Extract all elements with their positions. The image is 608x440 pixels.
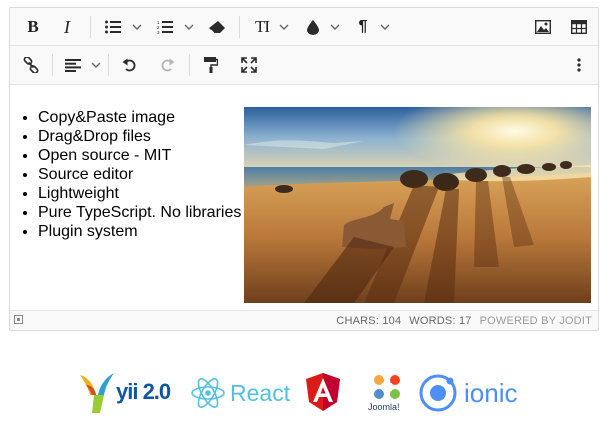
status-bar: CHARS: 104 WORDS: 17 POWERED BY JODIT bbox=[10, 310, 598, 330]
eraser-button[interactable] bbox=[202, 8, 232, 46]
toolbar-separator bbox=[239, 16, 240, 38]
react-text: React bbox=[230, 380, 291, 406]
toolbar-separator bbox=[189, 54, 190, 76]
toolbar-separator bbox=[52, 54, 53, 76]
chevron-down-icon bbox=[184, 24, 194, 30]
yii-text: yii 2.0 bbox=[116, 379, 171, 404]
chevron-down-icon bbox=[330, 24, 340, 30]
paint-roller-icon bbox=[204, 57, 218, 73]
svg-text:3: 3 bbox=[157, 30, 160, 34]
framework-logos: yii 2.0 React Joomla! ionic bbox=[78, 369, 528, 417]
angular-logo bbox=[306, 369, 346, 417]
toolbar-row-1: B I 1 2 3 TI ¶ bbox=[10, 8, 598, 46]
beach-photo bbox=[244, 107, 591, 303]
chevron-down-icon bbox=[91, 62, 101, 68]
paragraph-dropdown[interactable] bbox=[378, 8, 392, 46]
link-button[interactable] bbox=[16, 46, 46, 84]
expand-icon bbox=[241, 57, 257, 73]
list-item: Open source - MIT bbox=[38, 146, 241, 165]
table-button[interactable] bbox=[564, 8, 594, 46]
joomla-text: Joomla! bbox=[368, 402, 400, 412]
paragraph-button[interactable]: ¶ bbox=[348, 8, 378, 46]
unordered-list-dropdown[interactable] bbox=[130, 8, 144, 46]
droplet-icon bbox=[307, 19, 319, 35]
angular-icon bbox=[306, 373, 340, 411]
brush-button[interactable] bbox=[298, 8, 328, 46]
bold-icon: B bbox=[27, 17, 39, 36]
yii-icon bbox=[80, 373, 114, 413]
chevron-down-icon bbox=[279, 24, 289, 30]
text-size-icon: TI bbox=[254, 17, 270, 36]
redo-icon bbox=[161, 58, 174, 72]
react-logo: React bbox=[190, 369, 298, 417]
joomla-logo: Joomla! bbox=[364, 369, 414, 417]
fullsize-button[interactable] bbox=[234, 46, 264, 84]
beach-sunset-image[interactable] bbox=[244, 107, 591, 303]
pilcrow-icon: ¶ bbox=[358, 18, 368, 35]
source-mode-toggle[interactable] bbox=[14, 315, 23, 324]
bold-button[interactable]: B bbox=[18, 8, 48, 46]
table-icon bbox=[571, 20, 587, 34]
char-count: CHARS: 104 bbox=[336, 314, 402, 327]
eraser-icon bbox=[209, 21, 225, 34]
ionic-icon bbox=[419, 374, 457, 412]
more-button[interactable] bbox=[566, 46, 592, 84]
brush-dropdown[interactable] bbox=[328, 8, 342, 46]
toolbar-row-2 bbox=[10, 46, 598, 85]
chevron-down-icon bbox=[380, 24, 390, 30]
word-count: WORDS: 17 bbox=[409, 314, 472, 327]
ordered-list-button[interactable]: 1 2 3 bbox=[150, 8, 180, 46]
align-button[interactable] bbox=[58, 46, 88, 84]
list-item: Pure TypeScript. No libraries bbox=[38, 203, 241, 222]
powered-by-link[interactable]: POWERED BY JODIT bbox=[480, 315, 592, 327]
image-icon bbox=[535, 20, 551, 34]
undo-button[interactable] bbox=[114, 46, 144, 84]
italic-button[interactable]: I bbox=[52, 8, 82, 46]
toolbar-separator bbox=[90, 16, 91, 38]
toolbar-separator bbox=[108, 54, 109, 76]
list-item: Copy&Paste image bbox=[38, 108, 241, 127]
bullet-list-icon bbox=[105, 20, 121, 34]
yii-logo: yii 2.0 bbox=[78, 369, 178, 417]
ordered-list-dropdown[interactable] bbox=[182, 8, 196, 46]
dots-vertical-icon bbox=[577, 58, 581, 72]
editor-content[interactable]: Copy&Paste image Drag&Drop files Open so… bbox=[10, 85, 598, 312]
redo-button[interactable] bbox=[152, 46, 182, 84]
joomla-icon bbox=[374, 375, 400, 399]
font-size-dropdown[interactable] bbox=[277, 8, 291, 46]
image-button[interactable] bbox=[528, 8, 558, 46]
list-item: Plugin system bbox=[38, 222, 241, 241]
copy-format-button[interactable] bbox=[196, 46, 226, 84]
list-item: Lightweight bbox=[38, 184, 241, 203]
react-icon bbox=[191, 378, 225, 408]
undo-icon bbox=[122, 58, 135, 72]
align-dropdown[interactable] bbox=[89, 46, 103, 84]
status-items: CHARS: 104 WORDS: 17 POWERED BY JODIT bbox=[336, 311, 592, 330]
ionic-text: ionic bbox=[464, 378, 518, 408]
jodit-editor: B I 1 2 3 TI ¶ • Copy&Paste image • Drag… bbox=[9, 7, 599, 331]
italic-icon: I bbox=[64, 16, 70, 37]
list-item: Source editor bbox=[38, 165, 241, 184]
align-left-icon bbox=[65, 58, 81, 72]
chevron-down-icon bbox=[132, 24, 142, 30]
ionic-logo: ionic bbox=[418, 369, 528, 417]
list-item: Drag&Drop files bbox=[38, 127, 241, 146]
numbered-list-icon: 1 2 3 bbox=[157, 20, 173, 34]
link-icon bbox=[23, 57, 39, 73]
font-size-button[interactable]: TI bbox=[247, 8, 277, 46]
feature-list: Copy&Paste image Drag&Drop files Open so… bbox=[20, 108, 241, 241]
unordered-list-button[interactable] bbox=[98, 8, 128, 46]
